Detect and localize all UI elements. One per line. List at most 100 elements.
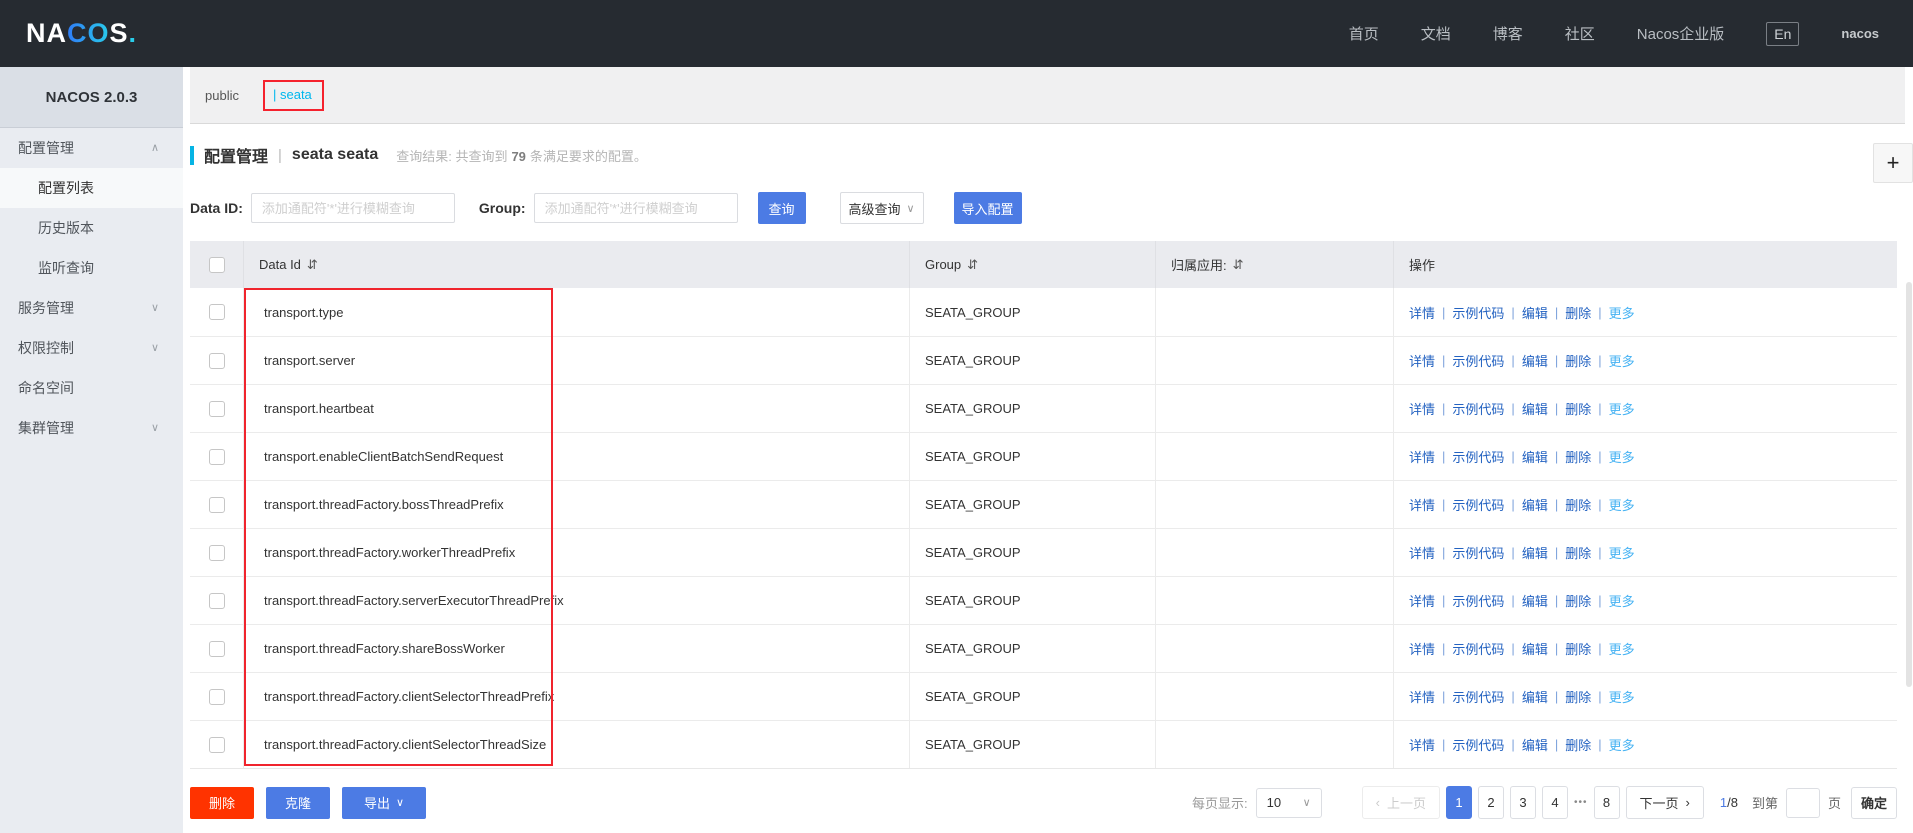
sort-icon[interactable]: ⇵ [1233,257,1244,273]
sort-icon[interactable]: ⇵ [307,257,318,273]
action-sample-code-link[interactable]: 示例代码 [1452,639,1504,658]
import-config-button[interactable]: 导入配置 [953,192,1022,224]
row-checkbox[interactable] [208,400,225,417]
sidebar-item-namespace[interactable]: 命名空间 [0,368,183,408]
action-more-link[interactable]: 更多 [1609,495,1635,514]
action-details-link[interactable]: 详情 [1409,399,1435,418]
row-checkbox[interactable] [208,352,225,369]
action-delete-link[interactable]: 删除 [1565,495,1591,514]
advanced-query-button[interactable]: 高级查询 ∨ [839,192,924,224]
action-delete-link[interactable]: 删除 [1565,543,1591,562]
page-button-4[interactable]: 4 [1542,786,1569,819]
nav-item-blog[interactable]: 博客 [1493,23,1523,44]
action-more-link[interactable]: 更多 [1609,639,1635,658]
action-delete-link[interactable]: 删除 [1565,735,1591,754]
action-edit-link[interactable]: 编辑 [1522,399,1548,418]
nav-item-home[interactable]: 首页 [1349,23,1379,44]
action-delete-link[interactable]: 删除 [1565,399,1591,418]
action-sample-code-link[interactable]: 示例代码 [1452,687,1504,706]
batch-delete-button[interactable]: 删除 [190,786,254,819]
row-checkbox[interactable] [208,640,225,657]
sidebar-item-permission-control[interactable]: 权限控制 ∨ [0,328,183,368]
action-delete-link[interactable]: 删除 [1565,591,1591,610]
action-sample-code-link[interactable]: 示例代码 [1452,495,1504,514]
action-edit-link[interactable]: 编辑 [1522,495,1548,514]
action-more-link[interactable]: 更多 [1609,591,1635,610]
action-delete-link[interactable]: 删除 [1565,351,1591,370]
row-checkbox[interactable] [208,448,225,465]
clone-button[interactable]: 克隆 [266,786,330,819]
action-delete-link[interactable]: 删除 [1565,687,1591,706]
prev-page-button[interactable]: ‹ 上一页 [1361,786,1441,819]
row-checkbox[interactable] [208,304,225,320]
action-delete-link[interactable]: 删除 [1565,303,1591,322]
action-sample-code-link[interactable]: 示例代码 [1452,447,1504,466]
add-config-button[interactable]: + [1873,143,1913,183]
page-button-8[interactable]: 8 [1593,786,1620,819]
action-details-link[interactable]: 详情 [1409,639,1435,658]
action-edit-link[interactable]: 编辑 [1522,591,1548,610]
row-checkbox[interactable] [208,544,225,561]
action-details-link[interactable]: 详情 [1409,495,1435,514]
row-checkbox[interactable] [208,592,225,609]
action-sample-code-link[interactable]: 示例代码 [1452,735,1504,754]
action-details-link[interactable]: 详情 [1409,543,1435,562]
action-sample-code-link[interactable]: 示例代码 [1452,591,1504,610]
goto-page-input[interactable] [1785,787,1820,818]
sidebar-item-cluster-management[interactable]: 集群管理 ∨ [0,408,183,448]
tab-namespace-public[interactable]: public [205,88,239,103]
action-more-link[interactable]: 更多 [1609,687,1635,706]
action-details-link[interactable]: 详情 [1409,591,1435,610]
sidebar-item-listener-query[interactable]: 监听查询 [0,248,183,288]
action-more-link[interactable]: 更多 [1609,543,1635,562]
action-edit-link[interactable]: 编辑 [1522,735,1548,754]
action-more-link[interactable]: 更多 [1609,447,1635,466]
action-delete-link[interactable]: 删除 [1565,639,1591,658]
sidebar-item-config-management[interactable]: 配置管理 ∧ [0,128,183,168]
action-details-link[interactable]: 详情 [1409,303,1435,322]
export-button[interactable]: 导出 ∨ [342,786,426,819]
action-more-link[interactable]: 更多 [1609,735,1635,754]
page-button-1[interactable]: 1 [1446,786,1473,819]
page-size-select[interactable]: 10 ∨ [1255,787,1322,818]
sort-icon[interactable]: ⇵ [967,257,978,273]
nav-item-enterprise[interactable]: Nacos企业版 [1637,23,1725,44]
row-checkbox[interactable] [208,688,225,705]
current-user[interactable]: nacos [1841,26,1879,41]
action-edit-link[interactable]: 编辑 [1522,303,1548,322]
action-details-link[interactable]: 详情 [1409,735,1435,754]
query-button[interactable]: 查询 [757,192,806,224]
action-delete-link[interactable]: 删除 [1565,447,1591,466]
nav-item-community[interactable]: 社区 [1565,23,1595,44]
action-sample-code-link[interactable]: 示例代码 [1452,303,1504,322]
group-input[interactable] [533,193,738,223]
goto-confirm-button[interactable]: 确定 [1851,786,1897,819]
page-button-3[interactable]: 3 [1510,786,1537,819]
action-details-link[interactable]: 详情 [1409,351,1435,370]
action-more-link[interactable]: 更多 [1609,303,1635,322]
action-edit-link[interactable]: 编辑 [1522,351,1548,370]
action-sample-code-link[interactable]: 示例代码 [1452,351,1504,370]
page-button-2[interactable]: 2 [1478,786,1505,819]
action-sample-code-link[interactable]: 示例代码 [1452,399,1504,418]
action-edit-link[interactable]: 编辑 [1522,543,1548,562]
action-edit-link[interactable]: 编辑 [1522,639,1548,658]
data-id-input[interactable] [250,193,455,223]
tab-namespace-seata[interactable]: | seata [273,87,312,102]
action-edit-link[interactable]: 编辑 [1522,687,1548,706]
sidebar-item-service-management[interactable]: 服务管理 ∨ [0,288,183,328]
action-sample-code-link[interactable]: 示例代码 [1452,543,1504,562]
action-details-link[interactable]: 详情 [1409,447,1435,466]
action-more-link[interactable]: 更多 [1609,351,1635,370]
sidebar-item-config-list[interactable]: 配置列表 [0,168,183,208]
row-checkbox[interactable] [208,496,225,513]
action-details-link[interactable]: 详情 [1409,687,1435,706]
action-edit-link[interactable]: 编辑 [1522,447,1548,466]
scrollbar-thumb[interactable] [1906,282,1912,687]
sidebar-item-history[interactable]: 历史版本 [0,208,183,248]
nav-item-docs[interactable]: 文档 [1421,23,1451,44]
next-page-button[interactable]: 下一页 › [1625,786,1704,819]
select-all-checkbox[interactable] [208,256,225,273]
language-toggle[interactable]: En [1766,21,1800,46]
row-checkbox[interactable] [208,736,225,753]
